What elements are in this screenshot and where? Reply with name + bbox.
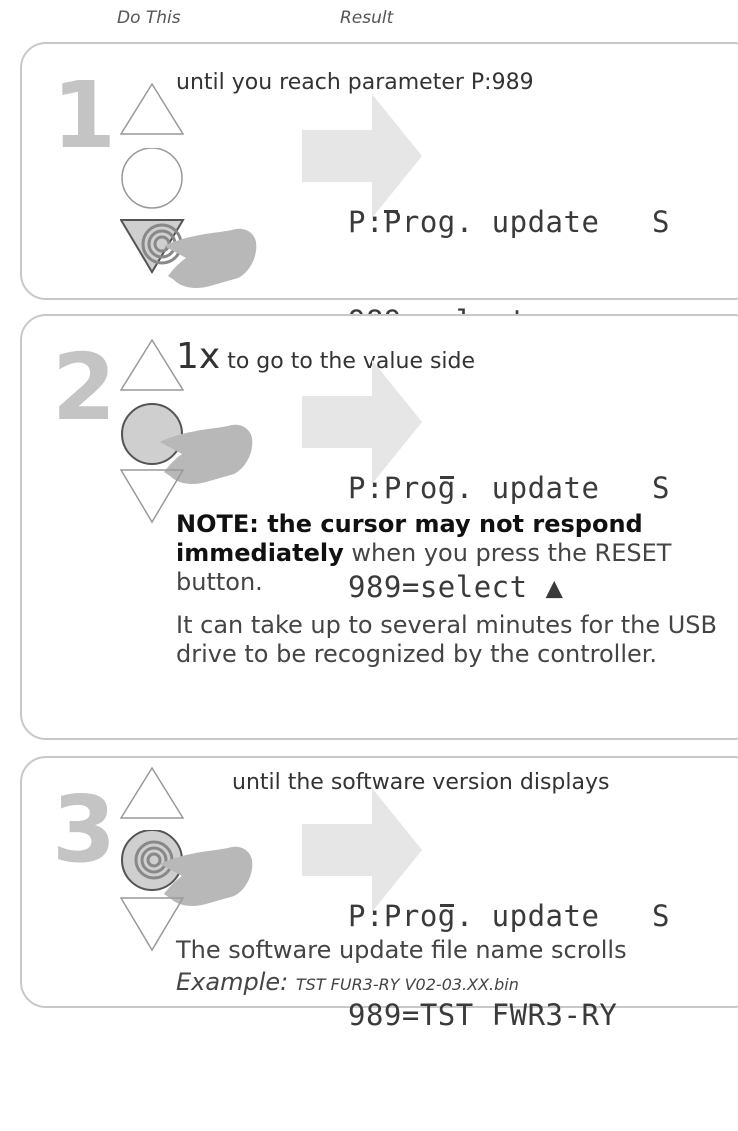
- lcd-status: S: [652, 899, 670, 933]
- step-number: 2: [52, 334, 117, 441]
- lcd-cursor: [440, 904, 454, 907]
- note-block: NOTE: the cursor may not respond immedia…: [176, 510, 736, 683]
- lcd-status: S: [652, 471, 670, 505]
- lcd-line-1: P:Prog. update: [348, 471, 600, 505]
- down-button-pressed[interactable]: [120, 216, 280, 306]
- column-header-result: Result: [340, 8, 394, 28]
- up-button[interactable]: [120, 764, 190, 834]
- footer-text: The software update file name scrolls: [176, 936, 627, 964]
- lcd-cursor: [440, 476, 454, 479]
- lcd-line-1: P:Prog. update: [348, 899, 600, 933]
- step-number: 3: [52, 776, 117, 883]
- step-2-panel: 2 1x to go to the value side P:Prog. upd…: [20, 314, 738, 740]
- example-label: Example:: [176, 968, 289, 996]
- example-filename: TST FUR3-RY V02-03.XX.bin: [295, 975, 519, 994]
- step-1-panel: 1 until you reach parameter P:989 P:Prog…: [20, 42, 738, 338]
- step-3-panel: 3 until the software version displays P:…: [20, 756, 738, 1032]
- note-paragraph-2: It can take up to several minutes for th…: [176, 611, 718, 668]
- column-header-do-this: Do This: [117, 8, 181, 28]
- step-instruction: until you reach parameter P:989: [176, 70, 534, 95]
- note-paragraph-1: NOTE: the cursor may not respond immedia…: [176, 510, 672, 596]
- lcd-line-2: 989=TST FWR3-RY: [348, 998, 618, 1032]
- lcd-cursor: [384, 210, 398, 213]
- center-button[interactable]: [120, 148, 190, 218]
- step-number: 1: [52, 62, 117, 169]
- up-button[interactable]: [120, 336, 190, 406]
- lcd-status: S: [652, 205, 670, 239]
- hand-icon: [164, 228, 257, 288]
- example-line: Example: TST FUR3-RY V02-03.XX.bin: [176, 968, 519, 996]
